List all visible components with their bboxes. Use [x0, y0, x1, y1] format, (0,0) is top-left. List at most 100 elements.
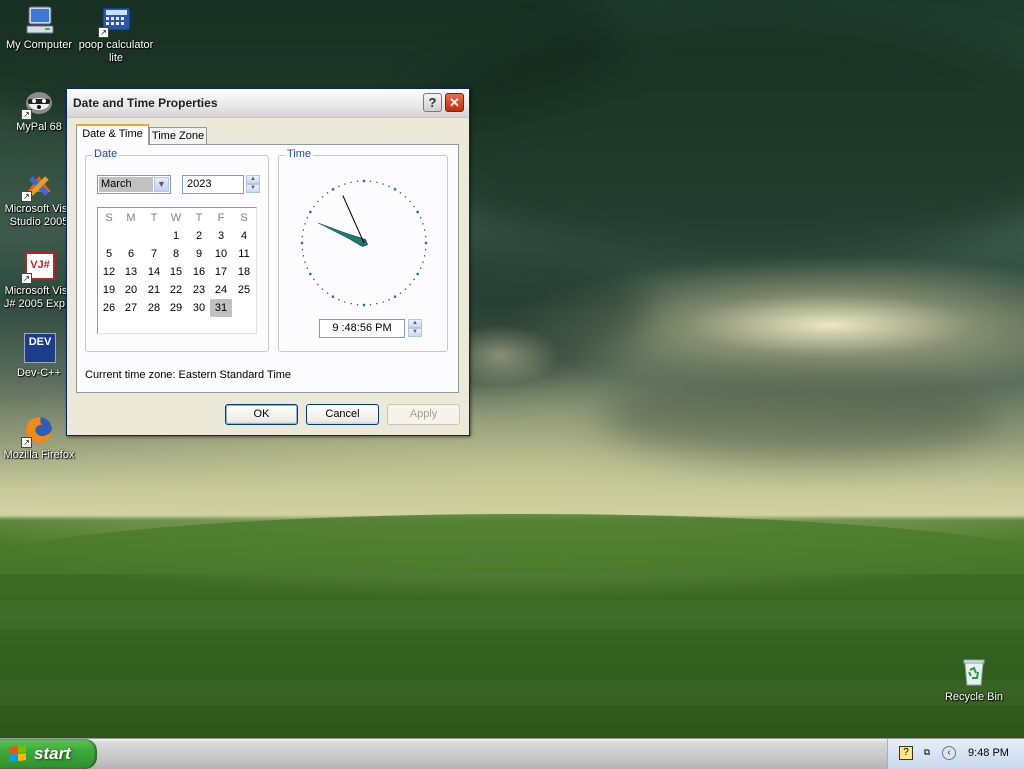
start-button[interactable]: start [0, 739, 97, 769]
clock-hour-mark [416, 210, 419, 214]
taskbar-clock[interactable]: 9:48 PM [968, 747, 1009, 759]
calendar-day-selected[interactable]: 31 [210, 299, 232, 317]
calendar-day[interactable]: 8 [165, 245, 187, 263]
clock-minute-mark [413, 278, 415, 281]
shortcut-arrow-icon: ↗ [21, 109, 32, 120]
shortcut-arrow-icon: ↗ [21, 437, 32, 448]
calendar-day[interactable]: 2 [188, 227, 210, 245]
spin-down-icon[interactable]: ▼ [246, 184, 260, 193]
dialog-title: Date and Time Properties [73, 96, 218, 110]
clock-minute-mark [369, 304, 372, 306]
clock-minute-mark [344, 301, 346, 303]
calendar-day[interactable]: 23 [188, 281, 210, 299]
time-group: Time 9 :48:56 PM ▲ ▼ [278, 148, 448, 352]
calendar-day[interactable]: 14 [143, 263, 165, 281]
tab-date-and-time[interactable]: Date & Time [76, 124, 149, 145]
clock-hour-mark [393, 295, 397, 298]
clock-hour-mark [309, 272, 312, 276]
clock-minute-mark [304, 223, 306, 225]
calendar-weekday-header: M [126, 212, 136, 224]
clock-hour-mark [424, 241, 428, 245]
analog-clock [300, 179, 428, 307]
spin-up-icon[interactable]: ▲ [408, 319, 422, 328]
clock-minute-mark [376, 302, 378, 305]
clock-hour-mark [331, 295, 335, 298]
time-spinner[interactable]: ▲ ▼ [408, 319, 422, 338]
calendar-weekday-header: T [195, 212, 203, 224]
calendar-weekday-header: S [105, 212, 113, 224]
year-spinner[interactable]: ▲ ▼ [246, 175, 260, 194]
time-field[interactable]: 9 :48:56 PM [319, 319, 405, 338]
month-select[interactable]: March ▼ [97, 175, 171, 194]
calendar-day[interactable]: 21 [143, 281, 165, 299]
calendar-day[interactable]: 20 [120, 281, 142, 299]
calendar-day[interactable]: 25 [233, 281, 255, 299]
calendar-day[interactable]: 17 [210, 263, 232, 281]
desktop-icon-recycle-bin[interactable]: Recycle Bin [935, 656, 1013, 704]
month-select-value: March [99, 177, 153, 192]
network-tray-icon[interactable]: ⧉ [920, 746, 934, 760]
calendar-day[interactable]: 29 [165, 299, 187, 317]
calendar-day[interactable]: 24 [210, 281, 232, 299]
shortcut-arrow-icon: ↗ [98, 27, 109, 38]
calendar-day[interactable]: 10 [210, 245, 232, 263]
calendar-day[interactable]: 27 [120, 299, 142, 317]
clock-minute-mark [356, 180, 359, 182]
clock-minute-mark [313, 205, 315, 208]
chevron-down-icon[interactable]: ▼ [154, 177, 169, 192]
dialog-titlebar[interactable]: Date and Time Properties ? ✕ [67, 89, 469, 118]
year-field[interactable]: 2023 [182, 175, 244, 194]
calendar-day[interactable]: 18 [233, 263, 255, 281]
spin-up-icon[interactable]: ▲ [246, 175, 260, 184]
calendar-day[interactable]: 12 [98, 263, 120, 281]
desktop-icon-my-computer[interactable]: My Computer [0, 4, 78, 52]
calendar-day[interactable]: 5 [98, 245, 120, 263]
vj-sharp-icon: VJ# ↗ [21, 250, 55, 284]
calendar-day[interactable]: 1 [165, 227, 187, 245]
dev-badge: DEV [24, 333, 56, 363]
calendar-day[interactable]: 3 [210, 227, 232, 245]
clock-minute-mark [344, 183, 346, 185]
calendar-day[interactable]: 6 [120, 245, 142, 263]
calendar-day[interactable]: 28 [143, 299, 165, 317]
shortcut-arrow-icon: ↗ [21, 191, 32, 202]
apply-button[interactable]: Apply [387, 404, 460, 425]
calendar-day[interactable]: 11 [233, 245, 255, 263]
calendar-weekday-header: T [150, 212, 158, 224]
calendar-day[interactable]: 22 [165, 281, 187, 299]
clock-minute-mark [425, 248, 427, 251]
clock-minute-mark [423, 229, 426, 231]
show-hidden-icons-chevron-icon[interactable]: ‹ [942, 746, 956, 760]
calendar-day[interactable]: 7 [143, 245, 165, 263]
clock-minute-mark [413, 205, 415, 208]
spin-down-icon[interactable]: ▼ [408, 328, 422, 337]
desktop-icon-poop-calculator[interactable]: ↗ poop calculator lite [77, 4, 155, 65]
clock-minute-mark [382, 183, 384, 185]
calendar-day[interactable]: 13 [120, 263, 142, 281]
time-group-label: Time [285, 148, 314, 160]
clock-minute-mark [388, 298, 390, 301]
clock-minute-mark [326, 292, 329, 294]
calendar-day[interactable]: 30 [188, 299, 210, 317]
clock-minute-mark [306, 267, 309, 269]
calendar-day[interactable]: 4 [233, 227, 255, 245]
calendar-day[interactable]: 15 [165, 263, 187, 281]
clock-minute-mark [321, 288, 324, 290]
calculator-icon: ↗ [98, 4, 132, 38]
calendar-day[interactable]: 16 [188, 263, 210, 281]
calendar-day[interactable]: 19 [98, 281, 120, 299]
help-tray-icon[interactable]: ? [899, 746, 913, 760]
clock-minute-mark [399, 292, 402, 294]
ok-button[interactable]: OK [225, 404, 298, 425]
clock-hour-mark [362, 179, 366, 183]
clock-minute-mark [422, 223, 424, 225]
calendar-day[interactable]: 9 [188, 245, 210, 263]
help-button[interactable]: ? [423, 93, 442, 112]
start-label: start [34, 744, 71, 763]
dev-cpp-icon: DEV [23, 332, 56, 364]
calendar-day[interactable]: 26 [98, 299, 120, 317]
cancel-button[interactable]: Cancel [306, 404, 379, 425]
clock-hour-mark [416, 272, 419, 276]
close-button[interactable]: ✕ [445, 93, 464, 112]
clock-minute-mark [425, 235, 427, 238]
